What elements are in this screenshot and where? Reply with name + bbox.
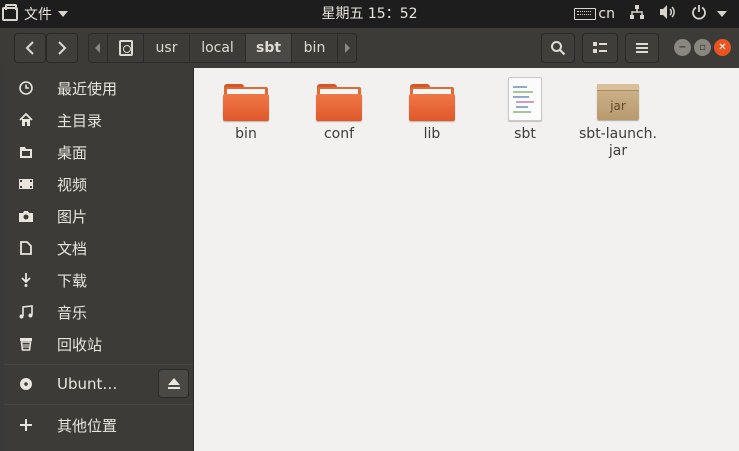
document-icon [18,240,34,256]
sidebar-item-music[interactable]: 音乐 [4,296,193,328]
header-bar: usr local sbt bin − ▫ ✕ [0,28,739,68]
keyboard-layout-label: cn [598,6,615,22]
breadcrumb-scroll-left[interactable] [89,34,108,62]
search-button[interactable] [541,33,575,63]
files-app-icon [2,4,18,21]
search-icon [551,41,566,56]
desktop-folder-icon [18,144,34,160]
folder-icon [315,76,363,124]
breadcrumb: usr local sbt bin [88,33,357,63]
list-view-icon [593,42,607,53]
sidebar-item-label: 下载 [57,271,88,290]
view-toggle-button[interactable] [582,33,618,63]
jar-badge: jar [610,99,626,113]
sidebar-item-pictures[interactable]: 图片 [4,200,193,232]
file-item-bin[interactable]: bin [206,76,286,143]
close-button[interactable]: ✕ [714,39,731,56]
video-icon [18,176,34,192]
sidebar-item-documents[interactable]: 文档 [4,232,193,264]
eject-icon [167,377,180,389]
minimize-icon: − [678,42,687,53]
breadcrumb-usr[interactable]: usr [144,34,190,62]
disc-icon [18,376,34,392]
system-menu-chevron-icon[interactable] [717,11,727,17]
disk-icon [118,40,133,56]
sidebar-item-label: 文档 [57,239,88,258]
breadcrumb-scroll-right[interactable] [338,34,356,62]
file-name: sbt-launch. jar [579,126,657,159]
chevron-down-icon [58,11,68,17]
menu-button[interactable] [625,33,659,63]
sidebar-item-label: 最近使用 [57,79,118,98]
file-item-conf[interactable]: conf [299,76,379,143]
caret-left-icon [95,43,100,53]
sidebar-item-label: 音乐 [57,303,88,322]
system-tray: cn [574,0,727,28]
sidebar-item-label: 图片 [57,207,88,226]
clock[interactable]: 星期五 15：52 [321,6,417,22]
keyboard-icon [574,8,597,20]
sidebar-item-home[interactable]: 主目录 [4,104,193,136]
caret-right-icon [345,43,350,53]
file-item-sbt-launch-jar[interactable]: jar sbt-launch. jar [578,76,658,160]
sidebar-item-recent[interactable]: 最近使用 [4,72,193,104]
chevron-right-icon [58,41,67,55]
eject-button[interactable] [158,369,189,398]
sidebar-item-label: 桌面 [57,143,88,162]
breadcrumb-local[interactable]: local [190,34,246,62]
input-method-indicator[interactable]: cn [574,6,615,22]
network-icon[interactable] [629,4,645,24]
hamburger-icon [636,43,648,53]
window-controls: − ▫ ✕ [674,39,731,56]
trash-icon [18,336,34,352]
file-name: lib [423,126,441,142]
breadcrumb-bin[interactable]: bin [292,34,338,62]
sidebar-item-trash[interactable]: 回收站 [4,328,193,360]
camera-icon [18,208,34,224]
file-name: sbt [514,126,536,142]
sidebar-item-label: Ubunt… [57,375,118,393]
maximize-button[interactable]: ▫ [694,39,711,56]
sidebar-item-label: 回收站 [57,335,103,354]
file-item-lib[interactable]: lib [392,76,472,143]
file-name: bin [235,126,257,142]
sidebar-item-videos[interactable]: 视频 [4,168,193,200]
close-icon: ✕ [718,42,727,53]
power-icon[interactable] [691,4,707,24]
back-button[interactable] [14,33,46,63]
maximize-icon: ▫ [699,42,706,53]
forward-button[interactable] [46,33,78,63]
minimize-button[interactable]: − [674,39,691,56]
file-view: bin conf lib sbt jar sbt-launch. jar [193,68,739,451]
app-menu[interactable]: 文件 [0,0,68,28]
sidebar: 最近使用 主目录 桌面 视频 图片 文档 下载 音乐 回收站 Ubunt… 其他… [4,68,193,451]
sidebar-divider [4,364,193,365]
clock-icon [18,80,34,96]
file-item-sbt[interactable]: sbt [485,76,565,143]
folder-icon [408,76,456,124]
sidebar-item-label: 主目录 [57,111,103,130]
chevron-left-icon [25,41,34,55]
sidebar-item-desktop[interactable]: 桌面 [4,136,193,168]
sidebar-item-other-locations[interactable]: 其他位置 [4,409,193,441]
sidebar-item-label: 其他位置 [57,416,118,435]
plus-icon [18,417,34,433]
breadcrumb-sbt[interactable]: sbt [246,34,292,62]
top-panel: 文件 星期五 15：52 cn [0,0,739,28]
jar-archive-icon: jar [594,76,642,124]
sidebar-item-downloads[interactable]: 下载 [4,264,193,296]
breadcrumb-root[interactable] [108,34,144,62]
folder-icon [222,76,270,124]
download-icon [18,272,34,288]
app-menu-label: 文件 [24,7,52,23]
script-file-icon [501,76,549,124]
sidebar-item-label: 视频 [57,175,88,194]
volume-icon[interactable] [659,4,677,24]
home-icon [18,112,34,128]
music-icon [18,304,34,320]
sidebar-divider [4,404,193,405]
file-name: conf [323,126,355,142]
